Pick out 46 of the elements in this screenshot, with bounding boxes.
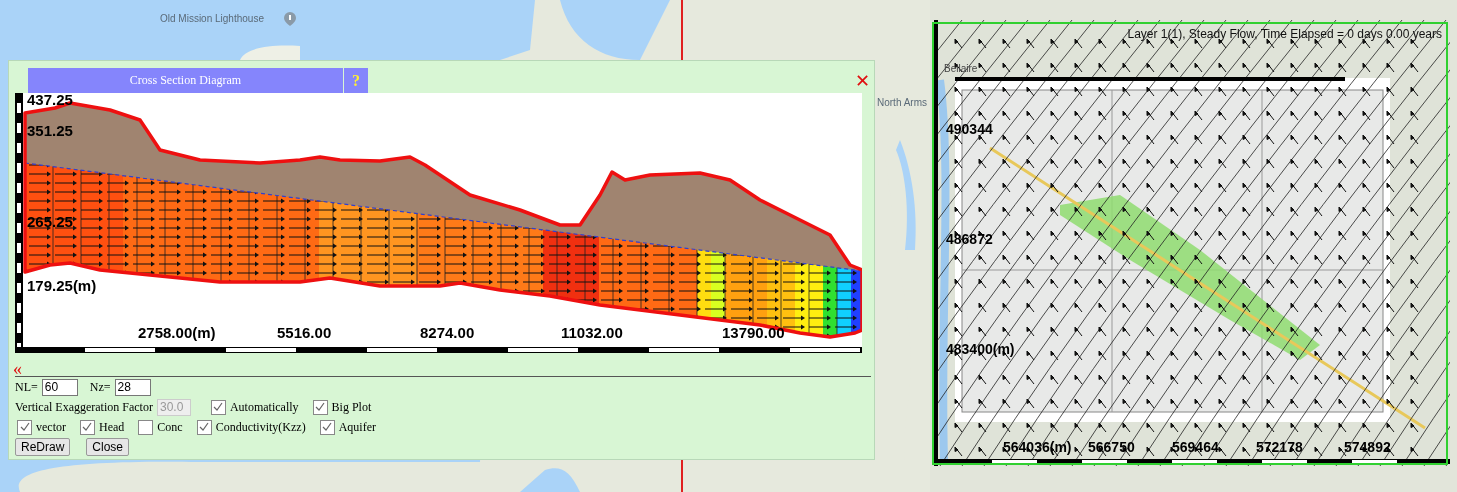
axis-label: 11032.00 — [561, 324, 623, 341]
axis-label: 564036(m) — [1003, 439, 1072, 455]
axis-label: 566750 — [1088, 439, 1135, 455]
checkbox-label: Big Plot — [331, 399, 372, 415]
axis-label: 5516.00 — [277, 324, 332, 341]
checkbox-label: Automatically — [229, 399, 299, 415]
landmark-pin-icon — [284, 12, 296, 26]
map-label: North Arms — [877, 97, 927, 108]
checkbox[interactable] — [210, 399, 226, 415]
checkbox[interactable] — [17, 419, 32, 435]
checkbox-label: Head — [99, 419, 125, 435]
axis-label: 572178 — [1256, 439, 1303, 455]
dialog-button[interactable]: ReDraw — [15, 438, 71, 456]
axis-label: 351.25 — [27, 122, 73, 139]
exaggeration-label: Vertical Exaggeration Factor — [15, 399, 153, 415]
nl-label: NL= — [15, 379, 38, 395]
axis-label: 265.25 — [27, 213, 73, 230]
plot-title: Layer 1(1), Steady Flow, Time Elapsed = 0 days 0.00 years — [1127, 27, 1442, 41]
axis-label: 569464 — [1172, 439, 1219, 455]
axis-label: 13790.00 — [722, 324, 785, 341]
axis-label: 490344 — [946, 121, 993, 137]
checkbox[interactable] — [80, 419, 95, 435]
dialog-title: Cross Section Diagram — [28, 68, 343, 93]
nz-input[interactable]: 28 — [114, 378, 151, 396]
axis-label: 437.25 — [27, 93, 73, 108]
checkbox-label: vector — [36, 419, 66, 435]
axis-label: 483400(m) — [946, 341, 1015, 357]
axis-label: 2758.00(m) — [138, 324, 216, 341]
checkbox-label: Conc — [157, 419, 183, 435]
axis-label: 486872 — [946, 231, 993, 247]
map-label: Old Mission Lighthouse — [160, 13, 264, 24]
nz-label: Nz= — [89, 379, 111, 395]
land-area — [240, 45, 300, 60]
checkbox[interactable] — [312, 399, 328, 415]
checkbox[interactable] — [138, 419, 154, 435]
checkbox-label: Conductivity(Kzz) — [215, 419, 306, 435]
axis-label: 179.25(m) — [27, 277, 97, 294]
nl-input[interactable]: 60 — [41, 378, 78, 396]
checkbox-label: Aquifer — [338, 419, 376, 435]
close-button[interactable]: ✕ — [853, 70, 872, 92]
axis-label: 574892 — [1344, 439, 1391, 455]
axis-label: 8274.00 — [420, 324, 475, 341]
checkbox[interactable] — [319, 419, 335, 435]
collapse-button[interactable]: « — [13, 363, 22, 375]
dialog-button[interactable]: Close — [86, 438, 130, 456]
checkbox[interactable] — [196, 419, 212, 435]
